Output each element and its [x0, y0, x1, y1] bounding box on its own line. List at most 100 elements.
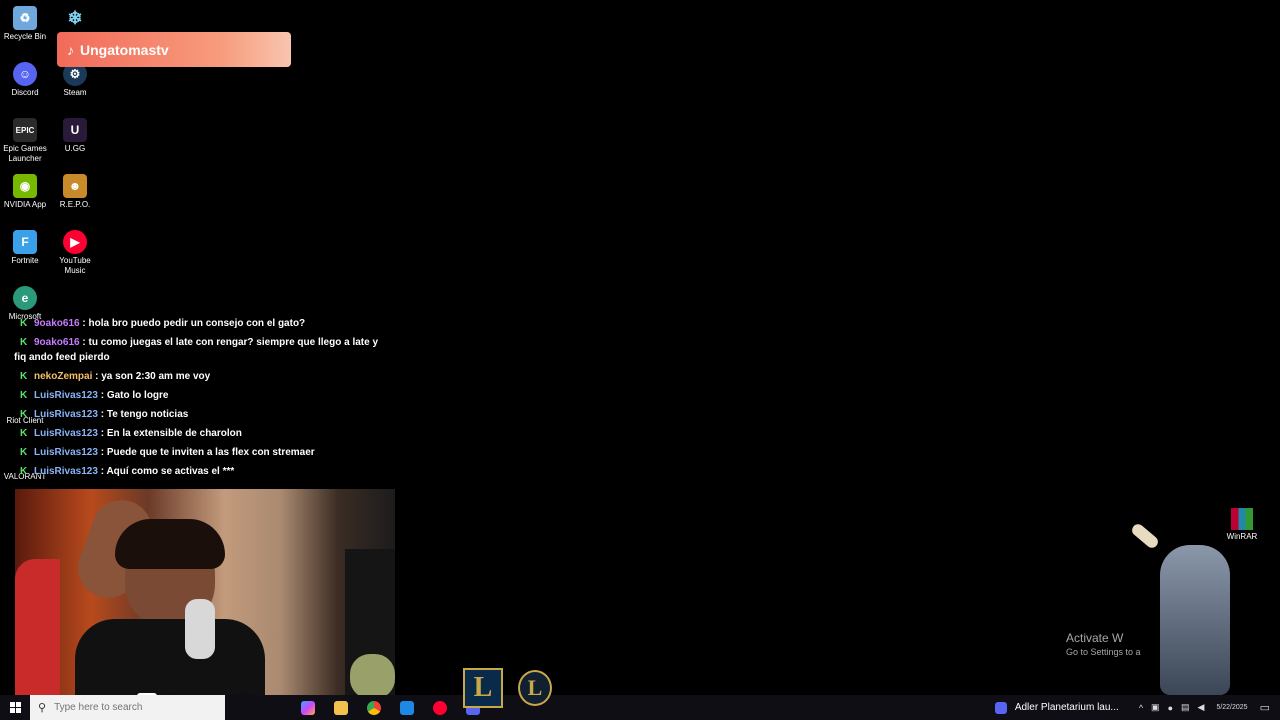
media-title[interactable]: Adler Planetarium lau...: [1015, 702, 1125, 713]
chat-text: : En la extensible de charolon: [100, 428, 242, 439]
windows-activation-watermark: Activate W Go to Settings to a: [1066, 631, 1141, 657]
chat-message: K LuisRivas123 : Te tengo noticias: [14, 405, 394, 424]
copilot-icon: [300, 700, 315, 715]
shortcut-label: R.E.P.O.: [59, 200, 91, 209]
gaming-chair: [15, 559, 60, 701]
shortcut-label: U.GG: [64, 144, 86, 153]
chat-message: KnekoZempai : ya son 2:30 am me voy: [14, 367, 394, 386]
wallpaper-character: [1129, 521, 1240, 700]
tray-app-icon[interactable]: ▣: [1151, 702, 1160, 713]
chat-username: LuisRivas123: [34, 409, 98, 420]
kick-icon: K: [20, 318, 28, 329]
chat-text: : Te tengo noticias: [100, 409, 189, 420]
fortnite-icon: F: [13, 230, 37, 254]
taskbar-app-explorer[interactable]: [324, 695, 357, 720]
chat-username: LuisRivas123: [34, 447, 98, 458]
taskbar-apps: [291, 695, 489, 720]
league-of-legends-icon[interactable]: L: [463, 668, 503, 708]
chat-text: : ya son 2:30 am me voy: [95, 371, 211, 382]
snowflake-app-shortcut[interactable]: ❄: [50, 6, 100, 32]
clock[interactable]: 5/22/2025: [1216, 703, 1247, 712]
shortcut-label: YouTube Music: [59, 256, 91, 275]
microphone-icon[interactable]: ●: [1168, 703, 1173, 713]
character-body: [1160, 545, 1230, 695]
kick-icon: K: [20, 447, 28, 458]
notifications-icon[interactable]: ▭: [1260, 701, 1270, 714]
kick-icon: K: [20, 428, 28, 439]
chat-username: nekoZempai: [34, 371, 93, 382]
chevron-up-icon[interactable]: ^: [1139, 703, 1143, 713]
kick-icon: K: [20, 337, 28, 348]
kick-icon: K: [20, 409, 28, 420]
fortnite-shortcut[interactable]: F Fortnite: [0, 230, 50, 266]
chrome-icon: [366, 700, 381, 715]
taskbar-search[interactable]: ⚲: [30, 695, 225, 720]
character-horn: [1129, 521, 1161, 551]
edge-icon: e: [13, 286, 37, 310]
folder-icon: [333, 700, 348, 715]
microphone: [185, 599, 215, 659]
chat-text: : tu como juegas el late con rengar? sie…: [82, 337, 379, 348]
epic-games-icon: EPIC: [13, 118, 37, 142]
tiktok-username: Ungatomastv: [80, 41, 169, 58]
chat-text: : Puede que te inviten a las flex con st…: [100, 447, 315, 458]
shortcut-label: Discord: [11, 88, 39, 97]
volume-icon[interactable]: ◀: [1198, 702, 1205, 713]
chat-text: : Gato lo logre: [100, 390, 169, 401]
chat-message: K LuisRivas123 : Aquí como se activas el …: [14, 462, 394, 481]
taskbar-app-chrome[interactable]: [357, 695, 390, 720]
chat-message: K LuisRivas123 : En la extensible de char…: [14, 424, 394, 443]
start-button[interactable]: [0, 695, 30, 720]
repo-icon: ☻: [63, 174, 87, 198]
discord-icon: ☺: [13, 62, 37, 86]
kick-icon: K: [20, 466, 28, 477]
kick-icon: K: [20, 371, 28, 382]
repo-shortcut[interactable]: ☻ R.E.P.O.: [50, 174, 100, 210]
chat-text: : Aquí como se activas el ***: [100, 466, 235, 477]
chat-username: LuisRivas123: [34, 390, 98, 401]
chat-message: K 9oako616 : tu como juegas el late con r…: [14, 333, 394, 367]
chat-username: 9oako616: [34, 318, 80, 329]
chat-username: LuisRivas123: [34, 466, 98, 477]
epic-games-shortcut[interactable]: EPIC Epic Games Launcher: [0, 118, 50, 164]
discord-shortcut[interactable]: ☺ Discord: [0, 62, 50, 98]
shortcut-label: Steam: [63, 88, 87, 97]
streamer-hair: [115, 519, 225, 569]
league-client-icon[interactable]: L: [518, 670, 552, 706]
recycle-bin-icon: ♻: [13, 6, 37, 30]
search-input[interactable]: [54, 702, 205, 713]
steam-shortcut[interactable]: ⚙ Steam: [50, 62, 100, 98]
search-icon: ⚲: [38, 702, 47, 714]
youtube-music-icon: ▶: [63, 230, 87, 254]
chat-overlay: K 9oako616 : hola bro puedo pedir un cons…: [14, 314, 394, 481]
recycle-bin-shortcut[interactable]: ♻ Recycle Bin: [0, 6, 50, 42]
figurine: [350, 654, 395, 699]
ugg-shortcut[interactable]: U U.GG: [50, 118, 100, 154]
chat-message: K LuisRivas123 : Puede que te inviten a l…: [14, 443, 394, 462]
date-text: 5/22/2025: [1216, 704, 1248, 711]
tiktok-name-overlay: ♪ Ungatomastv: [57, 32, 291, 67]
chat-username: LuisRivas123: [34, 428, 98, 439]
chat-username: 9oako616: [34, 337, 80, 348]
chat-text-continued: fiq ando feed pierdo: [14, 352, 110, 363]
chat-message: K LuisRivas123 : Gato lo logre: [14, 386, 394, 405]
taskbar-app-copilot[interactable]: [291, 695, 324, 720]
youtube-music-shortcut[interactable]: ▶ YouTube Music: [50, 230, 100, 276]
taskbar-app-mail[interactable]: [390, 695, 423, 720]
youtube-music-icon: [432, 700, 447, 715]
taskbar-app-youtube-music[interactable]: [423, 695, 456, 720]
shortcut-label: Fortnite: [11, 256, 39, 265]
chat-message: K 9oako616 : hola bro puedo pedir un cons…: [14, 314, 394, 333]
system-tray: Adler Planetarium lau... ^ ▣ ● ▤ ◀ 5/22/…: [994, 695, 1280, 720]
activation-title: Activate W: [1066, 631, 1124, 645]
network-icon[interactable]: ▤: [1181, 702, 1190, 713]
ugg-icon: U: [63, 118, 87, 142]
mail-icon: [399, 700, 414, 715]
shortcut-label: Recycle Bin: [3, 32, 47, 41]
kick-icon: K: [20, 390, 28, 401]
chat-text: : hola bro puedo pedir un consejo con el…: [82, 318, 306, 329]
webcam-feed: Ungatomastv: [15, 489, 395, 701]
windows-icon: [9, 702, 21, 713]
nvidia-app-shortcut[interactable]: ◉ NVIDIA App: [0, 174, 50, 210]
nvidia-icon: ◉: [13, 174, 37, 198]
